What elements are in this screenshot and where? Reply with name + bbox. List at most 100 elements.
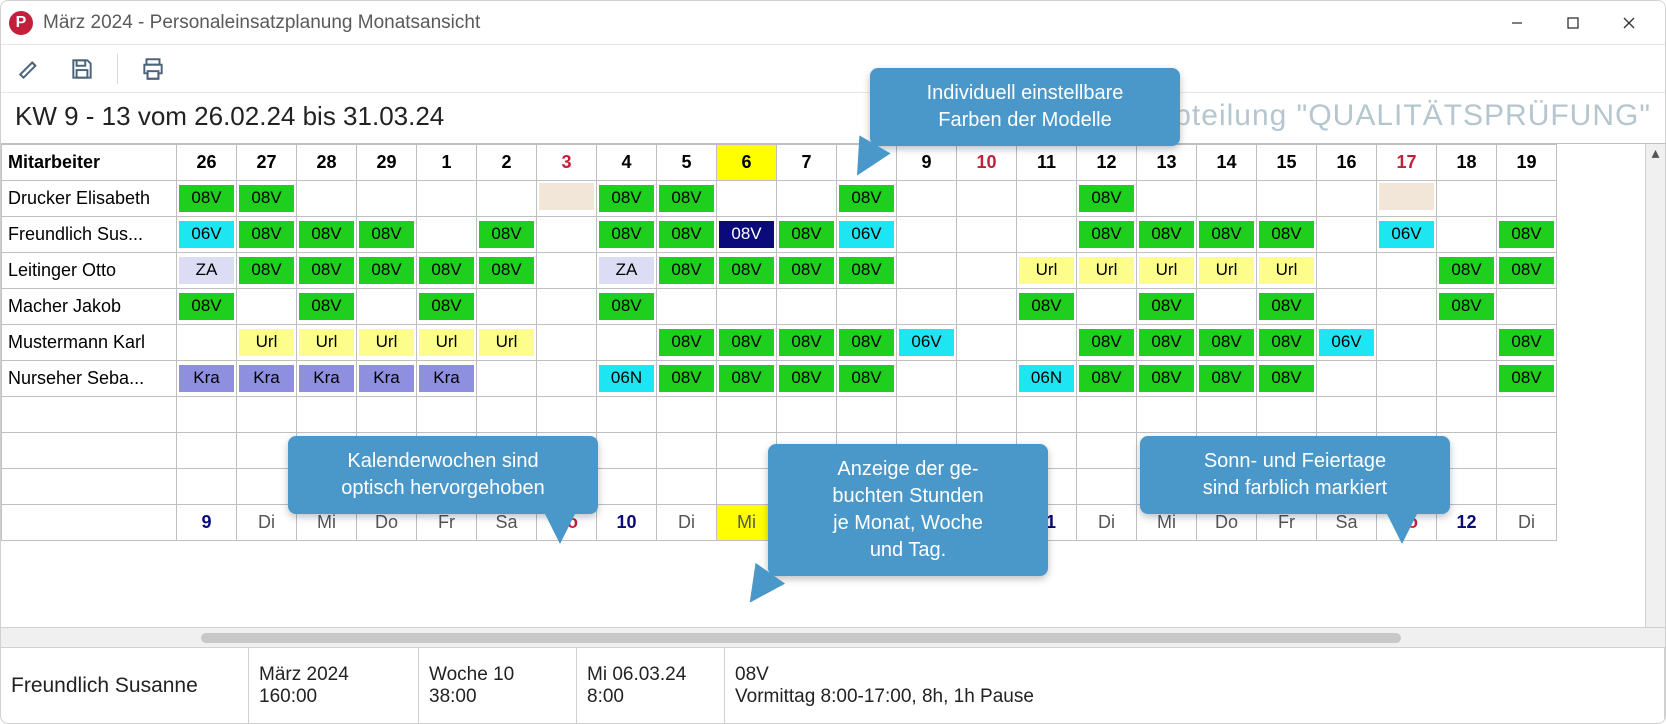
- schedule-cell[interactable]: 08V: [477, 253, 537, 289]
- schedule-cell[interactable]: 06V: [897, 325, 957, 361]
- scrollbar-thumb[interactable]: [201, 633, 1401, 643]
- schedule-cell[interactable]: 08V: [837, 361, 897, 397]
- schedule-cell[interactable]: 08V: [1077, 361, 1137, 397]
- schedule-cell[interactable]: Url: [1017, 253, 1077, 289]
- schedule-cell[interactable]: [537, 289, 597, 325]
- schedule-cell[interactable]: Kra: [177, 361, 237, 397]
- scroll-up-icon[interactable]: ▴: [1647, 144, 1665, 162]
- schedule-cell[interactable]: 08V: [1137, 289, 1197, 325]
- schedule-cell[interactable]: 08V: [237, 253, 297, 289]
- schedule-cell[interactable]: [1017, 181, 1077, 217]
- vertical-scrollbar[interactable]: ▴: [1645, 144, 1665, 627]
- schedule-cell[interactable]: 08V: [657, 361, 717, 397]
- schedule-cell[interactable]: 08V: [357, 253, 417, 289]
- schedule-cell[interactable]: 08V: [1137, 361, 1197, 397]
- schedule-cell[interactable]: [1197, 289, 1257, 325]
- day-header[interactable]: 28: [297, 145, 357, 181]
- day-header[interactable]: 3: [537, 145, 597, 181]
- schedule-cell[interactable]: 08V: [717, 217, 777, 253]
- schedule-cell[interactable]: [777, 289, 837, 325]
- day-header[interactable]: 27: [237, 145, 297, 181]
- schedule-cell[interactable]: 08V: [1077, 181, 1137, 217]
- day-header[interactable]: 14: [1197, 145, 1257, 181]
- schedule-cell[interactable]: 08V: [1077, 325, 1137, 361]
- schedule-cell[interactable]: 08V: [1257, 217, 1317, 253]
- schedule-cell[interactable]: [1137, 181, 1197, 217]
- schedule-cell[interactable]: Kra: [297, 361, 357, 397]
- schedule-cell[interactable]: 08V: [597, 289, 657, 325]
- schedule-cell[interactable]: 08V: [1437, 253, 1497, 289]
- schedule-cell[interactable]: 08V: [1077, 217, 1137, 253]
- schedule-cell[interactable]: 08V: [1257, 289, 1317, 325]
- day-header[interactable]: 2: [477, 145, 537, 181]
- day-header[interactable]: 1: [417, 145, 477, 181]
- edit-button[interactable]: [13, 52, 47, 86]
- schedule-cell[interactable]: [1317, 217, 1377, 253]
- schedule-cell[interactable]: [1497, 181, 1557, 217]
- day-header[interactable]: 17: [1377, 145, 1437, 181]
- schedule-cell[interactable]: Url: [417, 325, 477, 361]
- schedule-cell[interactable]: [1377, 361, 1437, 397]
- schedule-cell[interactable]: Url: [477, 325, 537, 361]
- horizontal-scrollbar[interactable]: [1, 627, 1665, 647]
- schedule-cell[interactable]: 08V: [717, 361, 777, 397]
- schedule-cell[interactable]: [537, 325, 597, 361]
- day-header[interactable]: 12: [1077, 145, 1137, 181]
- schedule-cell[interactable]: [177, 325, 237, 361]
- schedule-cell[interactable]: 08V: [1497, 325, 1557, 361]
- employee-name[interactable]: Nurseher Seba...: [2, 361, 177, 397]
- schedule-cell[interactable]: Url: [1197, 253, 1257, 289]
- schedule-cell[interactable]: [477, 181, 537, 217]
- schedule-cell[interactable]: [957, 217, 1017, 253]
- schedule-cell[interactable]: 08V: [177, 181, 237, 217]
- schedule-cell[interactable]: 08V: [837, 325, 897, 361]
- schedule-cell[interactable]: [537, 361, 597, 397]
- schedule-cell[interactable]: 08V: [777, 217, 837, 253]
- schedule-cell[interactable]: 08V: [1497, 361, 1557, 397]
- schedule-cell[interactable]: [1017, 217, 1077, 253]
- schedule-cell[interactable]: [1077, 289, 1137, 325]
- schedule-cell[interactable]: [897, 217, 957, 253]
- schedule-cell[interactable]: 08V: [1017, 289, 1077, 325]
- schedule-cell[interactable]: [1437, 325, 1497, 361]
- schedule-cell[interactable]: [1437, 217, 1497, 253]
- schedule-cell[interactable]: Url: [357, 325, 417, 361]
- schedule-cell[interactable]: 08V: [237, 181, 297, 217]
- maximize-button[interactable]: [1545, 4, 1601, 42]
- schedule-cell[interactable]: 08V: [777, 253, 837, 289]
- schedule-cell[interactable]: [1377, 289, 1437, 325]
- schedule-cell[interactable]: [417, 217, 477, 253]
- day-header[interactable]: 5: [657, 145, 717, 181]
- schedule-cell[interactable]: Url: [1257, 253, 1317, 289]
- save-button[interactable]: [65, 52, 99, 86]
- employee-name[interactable]: Leitinger Otto: [2, 253, 177, 289]
- schedule-cell[interactable]: [297, 181, 357, 217]
- schedule-cell[interactable]: [537, 181, 597, 217]
- schedule-cell[interactable]: 08V: [297, 217, 357, 253]
- schedule-cell[interactable]: 08V: [1197, 325, 1257, 361]
- employee-name[interactable]: Freundlich Sus...: [2, 217, 177, 253]
- schedule-cell[interactable]: [897, 181, 957, 217]
- day-header[interactable]: 16: [1317, 145, 1377, 181]
- schedule-cell[interactable]: 08V: [1257, 361, 1317, 397]
- schedule-cell[interactable]: [1377, 253, 1437, 289]
- schedule-cell[interactable]: [957, 361, 1017, 397]
- schedule-cell[interactable]: [477, 361, 537, 397]
- schedule-cell[interactable]: [957, 325, 1017, 361]
- schedule-cell[interactable]: 06V: [177, 217, 237, 253]
- schedule-cell[interactable]: [1317, 361, 1377, 397]
- schedule-cell[interactable]: 08V: [777, 325, 837, 361]
- schedule-cell[interactable]: Kra: [357, 361, 417, 397]
- schedule-cell[interactable]: [1377, 325, 1437, 361]
- day-header[interactable]: 10: [957, 145, 1017, 181]
- day-header[interactable]: 4: [597, 145, 657, 181]
- schedule-cell[interactable]: [717, 181, 777, 217]
- schedule-cell[interactable]: 08V: [657, 181, 717, 217]
- schedule-cell[interactable]: [1437, 181, 1497, 217]
- schedule-cell[interactable]: 08V: [237, 217, 297, 253]
- schedule-cell[interactable]: [357, 181, 417, 217]
- schedule-cell[interactable]: 08V: [1257, 325, 1317, 361]
- schedule-cell[interactable]: 06N: [1017, 361, 1077, 397]
- schedule-cell[interactable]: 08V: [1137, 217, 1197, 253]
- schedule-cell[interactable]: Kra: [237, 361, 297, 397]
